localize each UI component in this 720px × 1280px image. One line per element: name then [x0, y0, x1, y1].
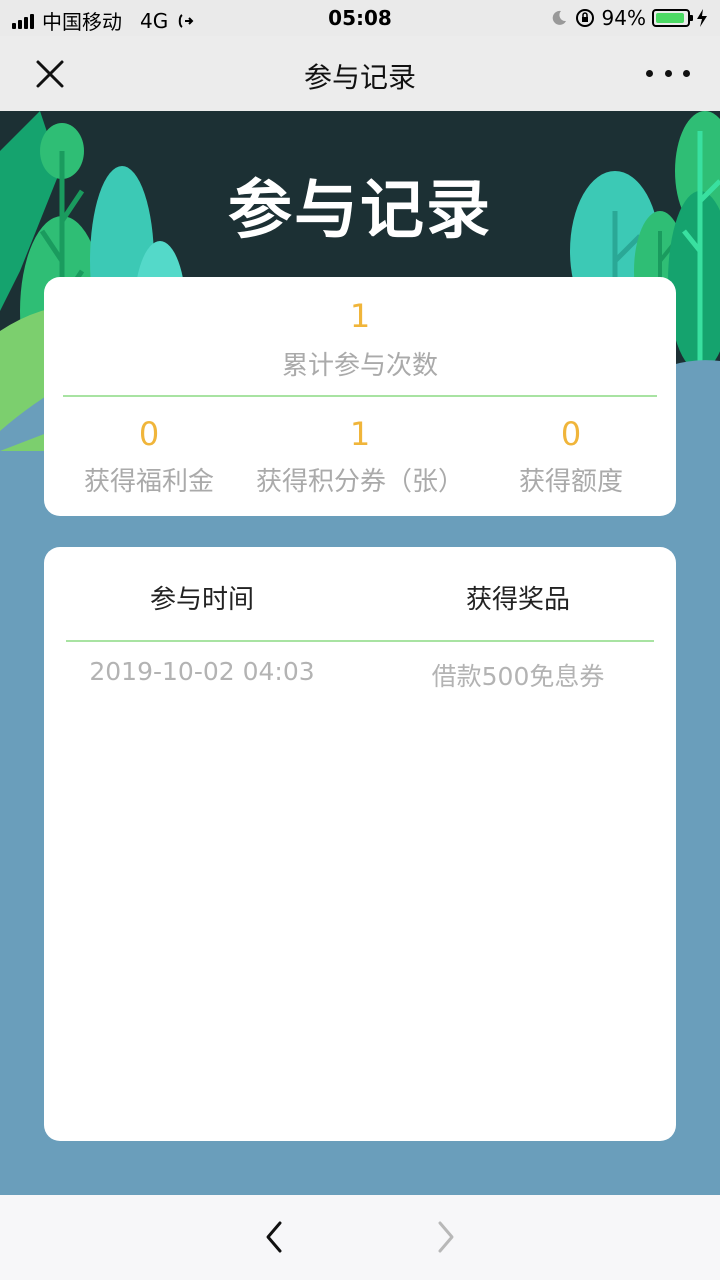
record-row: 2019-10-02 04:03 借款500免息券 — [44, 657, 676, 717]
battery-percent: 94% — [601, 6, 646, 30]
stats-divider — [63, 395, 657, 397]
battery-icon — [652, 9, 693, 27]
battery-fill — [656, 13, 684, 23]
stat-credit-limit: 0 获得额度 — [466, 415, 676, 498]
stat-points-coupons: 1 获得积分券（张） — [255, 415, 465, 498]
rotation-lock-icon — [575, 9, 594, 27]
records-divider — [66, 640, 654, 642]
more-dot — [646, 69, 653, 77]
records-card: 参与时间 获得奖品 2019-10-02 04:03 借款500免息券 — [44, 547, 676, 1141]
stat-value: 0 — [560, 415, 582, 453]
browser-toolbar — [0, 1195, 720, 1280]
nav-bar: 参与记录 — [0, 36, 720, 111]
status-bar: 中国移动 4G 05:08 94% — [0, 0, 720, 36]
column-header-prize: 获得奖品 — [465, 585, 570, 615]
stat-label: 获得福利金 — [83, 467, 214, 497]
back-arrow-icon[interactable] — [256, 1215, 292, 1259]
status-right: 94% — [550, 6, 708, 30]
charging-icon — [697, 9, 707, 27]
stat-value: 0 — [138, 415, 160, 453]
record-time: 2019-10-02 04:03 — [89, 657, 315, 686]
more-dot — [664, 69, 672, 77]
stat-value: 1 — [349, 415, 371, 453]
stats-card: 1 累计参与次数 0 获得福利金 1 获得积分券（张） 0 获得额度 — [44, 277, 676, 516]
column-header-time: 参与时间 — [149, 585, 254, 615]
moon-icon — [552, 10, 566, 25]
more-dot — [683, 69, 690, 77]
total-participation-value: 1 — [349, 297, 371, 335]
stat-label: 获得额度 — [518, 467, 623, 497]
hero-title: 参与记录 — [228, 174, 492, 248]
forward-arrow-icon[interactable] — [428, 1215, 464, 1259]
more-icon[interactable] — [646, 56, 690, 90]
nav-title: 参与记录 — [303, 61, 416, 94]
total-participation-label: 累计参与次数 — [281, 351, 438, 381]
record-prize: 借款500免息券 — [431, 662, 605, 691]
stat-label: 获得积分券（张） — [255, 467, 464, 497]
stat-welfare-fund: 0 获得福利金 — [44, 415, 254, 498]
